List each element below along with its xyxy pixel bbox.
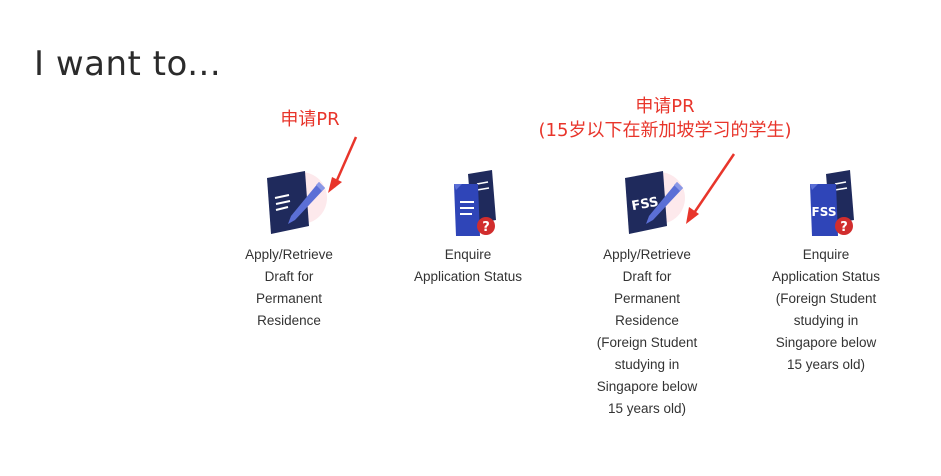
page-title: I want to...: [34, 44, 222, 84]
tile-label-line: 15 years old): [786, 357, 866, 372]
annotation-line: 申请PR: [635, 96, 695, 117]
tile-apply-pr-fss[interactable]: FSS Apply/Retrieve Draft for Permanent R…: [582, 168, 712, 420]
enquire-status-documents-question-icon: ?: [428, 168, 508, 242]
tile-label-line: Permanent: [613, 291, 681, 306]
tile-label-line: (Foreign Student: [775, 291, 877, 306]
tile-label-line: Application Status: [413, 269, 523, 284]
svg-text:?: ?: [482, 220, 490, 235]
tile-label-line: Singapore below: [775, 335, 877, 350]
fss-apply-document-pen-icon: FSS: [607, 168, 687, 242]
tile-label-line: Residence: [615, 313, 679, 328]
tile-label-line: studying in: [614, 357, 680, 372]
tile-enquire-status-fss[interactable]: FSS ? Enquire Application Status (Foreig…: [761, 168, 891, 376]
annotation-line: (15岁以下在新加坡学习的学生): [538, 120, 792, 141]
tile-label-line: Permanent: [255, 291, 323, 306]
tile-label: Apply/Retrieve Draft for Permanent Resid…: [224, 244, 354, 332]
fss-enquire-documents-question-icon: FSS ?: [786, 168, 866, 242]
annotation-apply-pr: 申请PR: [270, 108, 350, 132]
tile-enquire-status[interactable]: ? Enquire Application Status: [403, 168, 533, 288]
tile-label: Enquire Application Status (Foreign Stud…: [761, 244, 891, 376]
tile-label: Apply/Retrieve Draft for Permanent Resid…: [582, 244, 712, 420]
tile-label-line: Draft for: [264, 269, 314, 284]
annotation-apply-pr-fss: 申请PR (15岁以下在新加坡学习的学生): [520, 95, 810, 143]
tile-label-line: studying in: [793, 313, 859, 328]
apply-pr-document-pen-icon: [249, 168, 329, 242]
tile-label-line: Apply/Retrieve: [245, 247, 333, 262]
tile-label-line: Enquire: [444, 247, 492, 262]
tile-label: Enquire Application Status: [403, 244, 533, 288]
annotation-line: 申请PR: [280, 109, 340, 130]
tile-label-line: Draft for: [622, 269, 672, 284]
tile-apply-pr[interactable]: Apply/Retrieve Draft for Permanent Resid…: [224, 168, 354, 332]
tile-label-line: Apply/Retrieve: [603, 247, 691, 262]
tile-label-line: Enquire: [802, 247, 850, 262]
question-mark-glyph: ?: [840, 220, 848, 235]
tile-label-line: 15 years old): [607, 401, 687, 416]
tile-label-line: Singapore below: [596, 379, 698, 394]
fss-badge-text: FSS: [812, 205, 837, 219]
tile-label-line: Residence: [257, 313, 321, 328]
tile-label-line: Application Status: [771, 269, 881, 284]
tile-label-line: (Foreign Student: [596, 335, 698, 350]
